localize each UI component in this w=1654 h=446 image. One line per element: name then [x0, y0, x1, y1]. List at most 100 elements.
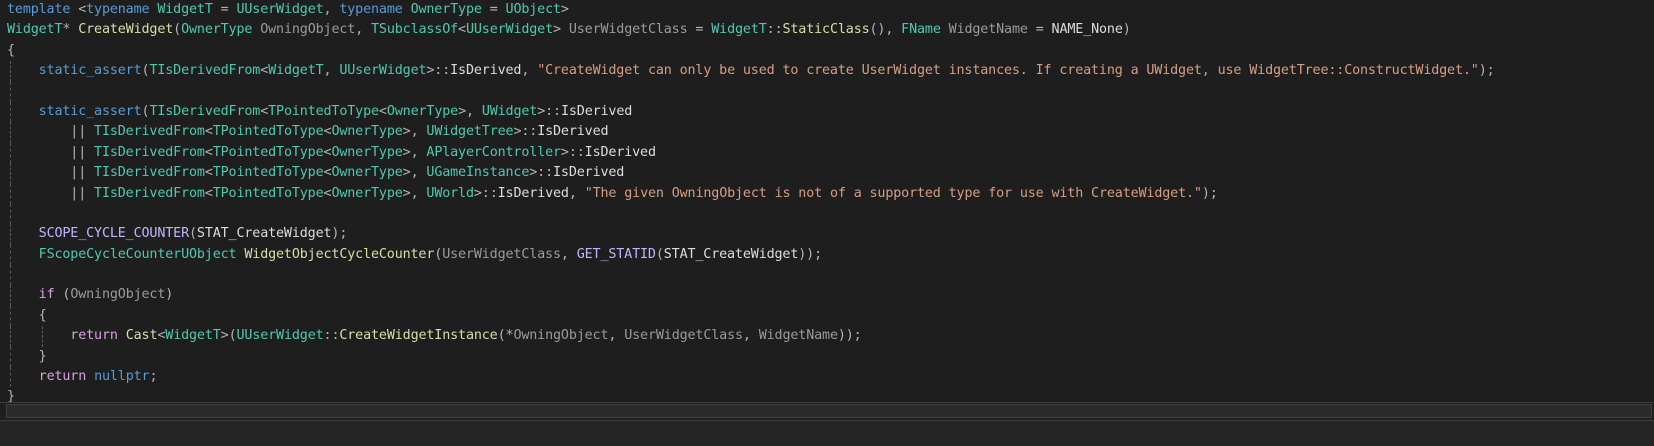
indent-guide: [10, 265, 11, 286]
code-token: UWidgetTree: [426, 124, 514, 140]
code-token: );: [331, 226, 348, 242]
horizontal-scrollbar[interactable]: [6, 404, 1652, 418]
code-token: WidgetT: [711, 22, 767, 38]
code-token: ||: [7, 165, 95, 181]
code-token: (: [54, 287, 71, 303]
code-token: STAT_CreateWidget: [663, 246, 799, 262]
code-line-text: }: [7, 347, 47, 367]
code-line[interactable]: [0, 81, 1654, 102]
code-token: <: [260, 103, 269, 119]
code-token: (*: [497, 328, 514, 344]
code-token: =: [687, 22, 712, 38]
code-line[interactable]: static_assert(TIsDerivedFrom<TPointedToT…: [0, 101, 1654, 123]
code-line-text: return nullptr;: [7, 367, 158, 387]
code-token: WidgetT: [268, 63, 324, 79]
code-lines[interactable]: template <typename WidgetT = UUserWidget…: [0, 0, 1654, 408]
code-token: ,: [323, 63, 340, 79]
code-line[interactable]: WidgetT* CreateWidget(OwnerType OwningOb…: [0, 20, 1654, 40]
code-token: ,: [608, 328, 625, 344]
code-token: IsDerived: [560, 103, 633, 119]
code-token: TPointedToType: [212, 185, 324, 201]
code-line[interactable]: [0, 265, 1654, 286]
code-token: ,: [355, 22, 372, 38]
code-token: CreateWidget: [78, 22, 174, 38]
code-token: TIsDerivedFrom: [149, 103, 261, 119]
code-token: );: [1478, 63, 1495, 79]
code-line[interactable]: {: [0, 305, 1654, 327]
code-line[interactable]: }: [0, 346, 1654, 368]
code-token: "CreateWidget can only be used to create…: [537, 63, 1479, 79]
code-token: if: [38, 287, 55, 303]
code-token: IsDerived: [537, 124, 609, 140]
code-token: }: [38, 348, 47, 364]
code-line[interactable]: if (OwningObject): [0, 285, 1654, 306]
code-token: TPointedToType: [212, 144, 324, 160]
code-line[interactable]: SCOPE_CYCLE_COUNTER(STAT_CreateWidget);: [0, 224, 1654, 245]
code-editor[interactable]: template <typename WidgetT = UUserWidget…: [0, 0, 1654, 420]
code-line[interactable]: || TIsDerivedFrom<TPointedToType<OwnerTy…: [0, 183, 1654, 204]
code-token: NAME_None: [1051, 22, 1123, 38]
code-token: template: [7, 2, 71, 17]
code-token: ,: [568, 185, 585, 201]
code-token: UserWidgetClass: [442, 246, 561, 262]
code-line[interactable]: || TIsDerivedFrom<TPointedToType<OwnerTy…: [0, 122, 1654, 143]
code-line[interactable]: return Cast<WidgetT>(UUserWidget::Create…: [0, 326, 1654, 347]
code-token: FScopeCycleCounterUObject: [38, 246, 237, 262]
code-token: APlayerController: [426, 144, 561, 160]
code-line[interactable]: [0, 203, 1654, 225]
code-token: OwnerType: [331, 165, 403, 181]
code-token: "The given OwningObject is not of a supp…: [584, 185, 1202, 201]
code-token: >,: [402, 144, 427, 160]
code-token: FName: [901, 22, 941, 38]
code-token: (: [655, 246, 664, 262]
code-token: TPointedToType: [268, 103, 379, 119]
code-token: ||: [7, 185, 95, 201]
code-line-text: template <typename WidgetT = UUserWidget…: [7, 0, 569, 20]
code-token: OwnerType: [386, 103, 459, 119]
code-token: nullptr: [94, 369, 150, 385]
code-token: TIsDerivedFrom: [149, 63, 261, 79]
code-token: <: [260, 63, 269, 79]
code-token: >,: [402, 185, 427, 201]
code-line[interactable]: {: [0, 41, 1654, 61]
code-token: IsDerived: [497, 185, 569, 201]
code-line[interactable]: template <typename WidgetT = UUserWidget…: [0, 0, 1654, 20]
code-token: return: [38, 369, 87, 385]
code-token: UObject: [505, 2, 562, 17]
code-token: TIsDerivedFrom: [94, 124, 205, 140]
code-token: WidgetT: [165, 328, 221, 344]
code-token: >::: [560, 144, 585, 160]
code-line[interactable]: FScopeCycleCounterUObject WidgetObjectCy…: [0, 244, 1654, 266]
code-line-text: return Cast<WidgetT>(UUserWidget::Create…: [7, 326, 862, 346]
code-line[interactable]: || TIsDerivedFrom<TPointedToType<OwnerTy…: [0, 163, 1654, 184]
code-token: >::: [529, 165, 554, 181]
code-line[interactable]: static_assert(TIsDerivedFrom<WidgetT, UU…: [0, 61, 1654, 82]
code-token: OwnerType: [331, 185, 403, 201]
code-token: >: [560, 2, 569, 17]
code-line-text: if (OwningObject): [7, 285, 174, 305]
code-token: ::: [766, 22, 783, 38]
code-token: =: [212, 2, 237, 17]
code-token: ||: [7, 144, 95, 160]
code-token: <: [204, 185, 213, 201]
editor-footer: [0, 420, 1654, 446]
code-token: OwnerType: [331, 124, 403, 140]
code-token: ));: [837, 328, 862, 344]
code-token: WidgetT: [7, 22, 63, 38]
code-token: ): [165, 287, 174, 303]
code-token: >::: [537, 103, 561, 119]
code-line[interactable]: || TIsDerivedFrom<TPointedToType<OwnerTy…: [0, 142, 1654, 164]
code-token: OwningObject: [70, 287, 166, 303]
code-token: ,: [560, 246, 577, 262]
code-line[interactable]: return nullptr;: [0, 367, 1654, 388]
indent-guide: [10, 203, 11, 225]
code-token: <: [70, 2, 87, 17]
